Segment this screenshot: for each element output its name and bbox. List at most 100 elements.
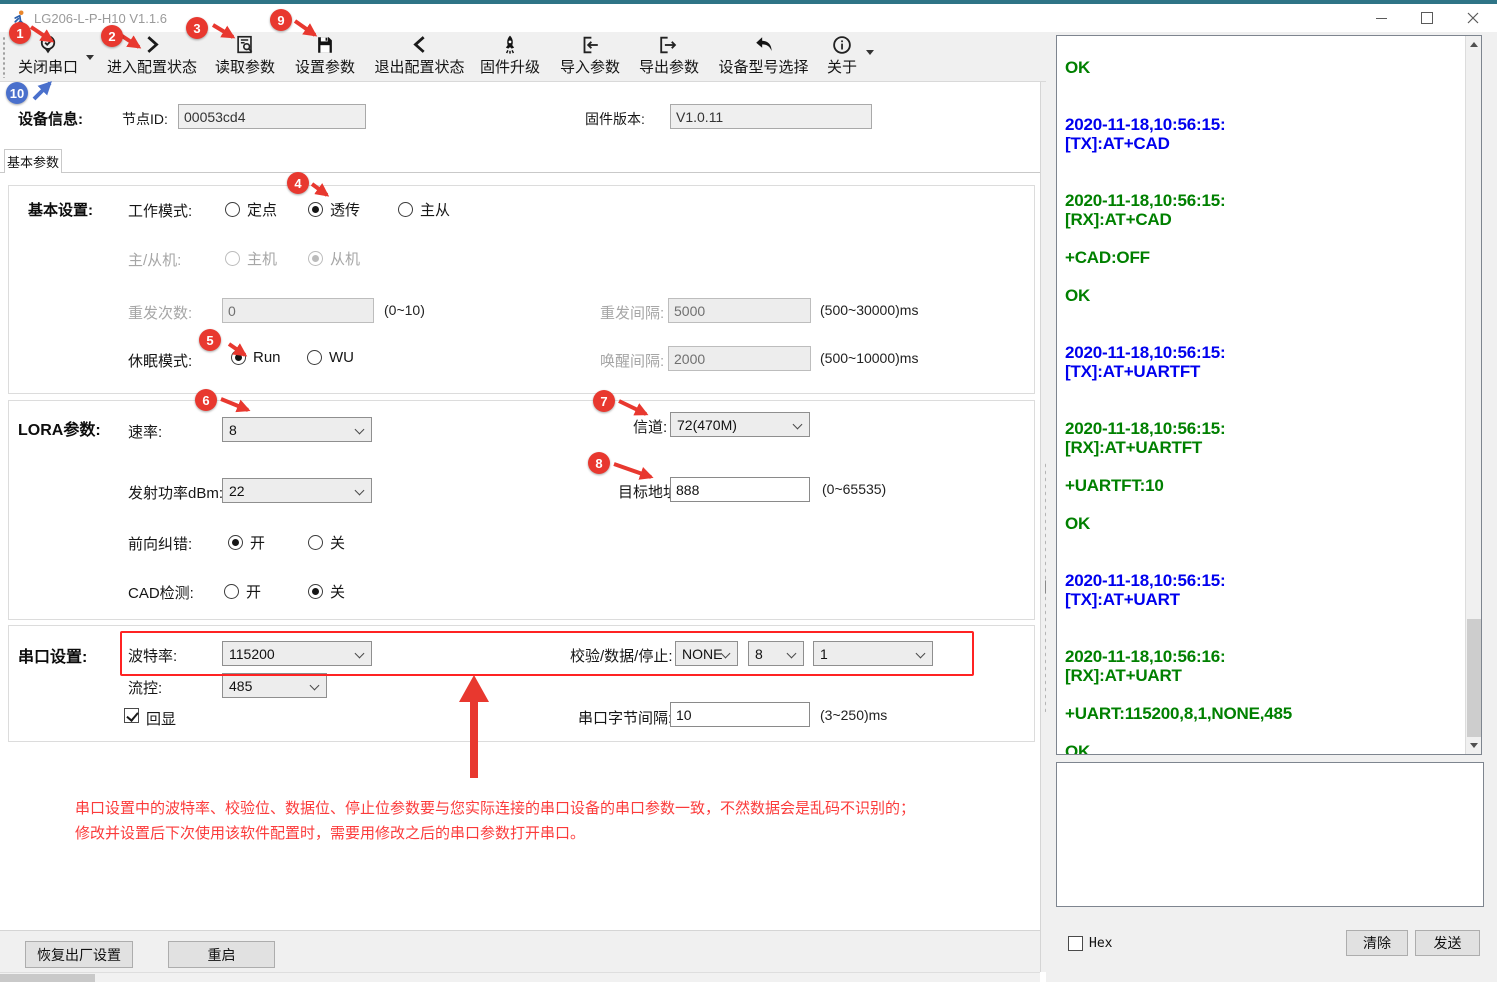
toolbar-item-label: 导入参数 bbox=[560, 56, 620, 77]
toolbar-item-label: 进入配置状态 bbox=[107, 56, 197, 77]
toolbar-item-label: 设备型号选择 bbox=[718, 56, 808, 77]
flow-control-select[interactable]: 485 bbox=[222, 673, 327, 698]
target-address-range: (0~65535) bbox=[822, 481, 886, 497]
byte-interval-label: 串口字节间隔: bbox=[578, 707, 672, 728]
data-bits-select[interactable]: 8 bbox=[748, 641, 804, 666]
master-option: 主机 bbox=[225, 248, 277, 269]
target-address-field[interactable] bbox=[670, 477, 810, 502]
sleep-option-run[interactable]: Run bbox=[231, 349, 281, 366]
wake-interval-field bbox=[668, 346, 811, 371]
channel-select[interactable]: 72(470M) bbox=[670, 412, 810, 437]
step-badge-10: 10 bbox=[6, 82, 28, 104]
log-line: [RX]:AT+UARTFT bbox=[1065, 438, 1455, 457]
close-icon bbox=[1467, 12, 1479, 24]
radio-label: 透传 bbox=[330, 199, 360, 220]
parity-select[interactable]: NONE bbox=[675, 641, 738, 666]
hex-label: Hex bbox=[1089, 936, 1112, 951]
log-line: 2020-11-18,10:56:15: bbox=[1065, 343, 1455, 362]
toolbar-device-model-select-button[interactable]: 设备型号选择 bbox=[716, 34, 811, 77]
resend-interval-range: (500~30000)ms bbox=[820, 302, 918, 318]
radio-label: 关 bbox=[330, 581, 345, 602]
toolbar-item-label: 读取参数 bbox=[215, 56, 275, 77]
log-scrollbar[interactable] bbox=[1465, 36, 1481, 754]
log-line: [TX]:AT+CAD bbox=[1065, 134, 1455, 153]
baud-rate-select[interactable]: 115200 bbox=[222, 641, 372, 666]
serial-note-line1: 串口设置中的波特率、校验位、数据位、停止位参数要与您实际连接的串口设备的串口参数… bbox=[75, 797, 915, 818]
fec-label: 前向纠错: bbox=[128, 533, 192, 554]
toolbar-import-params-button[interactable]: 导入参数 bbox=[558, 34, 622, 77]
channel-value: 72(470M) bbox=[677, 417, 737, 433]
clear-button[interactable]: 清除 bbox=[1346, 930, 1408, 956]
factory-reset-button[interactable]: 恢复出厂设置 bbox=[25, 941, 133, 968]
firmware-version-field[interactable] bbox=[670, 104, 872, 129]
toolbar-read-params-button[interactable]: 读取参数 bbox=[213, 34, 277, 77]
log-line: [RX]:AT+CAD bbox=[1065, 210, 1455, 229]
tab-strip-divider bbox=[0, 172, 1040, 173]
toolbar-overflow-caret[interactable] bbox=[866, 50, 874, 55]
title-bar: LG206-L-P-H10 V1.1.6 bbox=[0, 4, 1497, 32]
toolbar-grip bbox=[2, 36, 6, 78]
cad-option-on[interactable]: 开 bbox=[224, 581, 261, 602]
radio-label: Run bbox=[253, 349, 281, 366]
echo-checkbox[interactable] bbox=[124, 708, 139, 723]
tab-basic-params[interactable]: 基本参数 bbox=[4, 149, 62, 173]
sleep-mode-label: 休眠模式: bbox=[128, 350, 192, 371]
app-window: LG206-L-P-H10 V1.1.6 关闭串口 进入配置状态 读取参数 设置… bbox=[0, 0, 1497, 982]
firmware-version-label: 固件版本: bbox=[585, 109, 645, 129]
toolbar-set-params-button[interactable]: 设置参数 bbox=[293, 34, 357, 77]
send-input-area[interactable] bbox=[1056, 762, 1484, 907]
work-mode-option-master-slave[interactable]: 主从 bbox=[398, 199, 450, 220]
log-line: [RX]:AT+UART bbox=[1065, 666, 1455, 685]
rocket-icon bbox=[499, 34, 521, 56]
toolbar-exit-config-button[interactable]: 退出配置状态 bbox=[372, 34, 467, 77]
log-output-area[interactable]: OK 2020-11-18,10:56:15: [TX]:AT+CAD 2020… bbox=[1056, 35, 1482, 755]
channel-label: 信道: bbox=[633, 416, 667, 437]
tx-power-select[interactable]: 22 bbox=[222, 478, 372, 503]
log-line: 2020-11-18,10:56:15: bbox=[1065, 191, 1455, 210]
resend-interval-field bbox=[668, 298, 811, 323]
cad-option-off[interactable]: 关 bbox=[308, 581, 345, 602]
serial-settings-section-label: 串口设置: bbox=[18, 643, 87, 667]
maximize-button[interactable] bbox=[1404, 4, 1450, 32]
restart-button[interactable]: 重启 bbox=[168, 941, 275, 968]
fec-option-off[interactable]: 关 bbox=[308, 532, 345, 553]
stop-bits-select[interactable]: 1 bbox=[813, 641, 933, 666]
factory-reset-label: 恢复出厂设置 bbox=[37, 945, 121, 965]
step-badge-7: 7 bbox=[593, 390, 615, 412]
maximize-icon bbox=[1421, 12, 1433, 24]
scroll-down-icon[interactable] bbox=[1470, 743, 1478, 748]
toolbar-item-label: 固件升级 bbox=[480, 56, 540, 77]
radio-icon bbox=[308, 584, 323, 599]
radio-label: 定点 bbox=[247, 199, 277, 220]
wake-interval-label: 唤醒间隔: bbox=[600, 350, 664, 371]
radio-label: 主从 bbox=[420, 199, 450, 220]
node-id-field[interactable] bbox=[178, 104, 366, 129]
toolbar-export-params-button[interactable]: 导出参数 bbox=[637, 34, 701, 77]
toolbar-firmware-upgrade-button[interactable]: 固件升级 bbox=[478, 34, 542, 77]
log-scrollbar-thumb[interactable] bbox=[1467, 619, 1481, 737]
radio-icon bbox=[308, 202, 323, 217]
toolbar-item-label: 导出参数 bbox=[639, 56, 699, 77]
toolbar-about-button[interactable]: 关于 bbox=[824, 34, 860, 77]
minimize-button[interactable] bbox=[1358, 4, 1404, 32]
byte-interval-field[interactable] bbox=[670, 702, 810, 727]
log-line: OK bbox=[1065, 286, 1455, 305]
baud-rate-label: 波特率: bbox=[128, 645, 177, 666]
radio-icon bbox=[308, 251, 323, 266]
horizontal-scrollbar-thumb[interactable] bbox=[0, 974, 95, 982]
step-badge-8: 8 bbox=[588, 452, 610, 474]
work-mode-option-transparent[interactable]: 透传 bbox=[308, 199, 360, 220]
toolbar-item-label: 退出配置状态 bbox=[374, 56, 464, 77]
close-serial-dropdown-caret[interactable] bbox=[86, 55, 94, 60]
scroll-up-icon[interactable] bbox=[1470, 42, 1478, 47]
sleep-option-wu[interactable]: WU bbox=[307, 349, 354, 366]
work-mode-option-fixed[interactable]: 定点 bbox=[225, 199, 277, 220]
send-button[interactable]: 发送 bbox=[1415, 930, 1480, 956]
rate-select[interactable]: 8 bbox=[222, 417, 372, 442]
serial-pin-check-icon bbox=[37, 34, 59, 56]
close-button[interactable] bbox=[1450, 4, 1496, 32]
fec-option-on[interactable]: 开 bbox=[228, 532, 265, 553]
toolbar-item-label: 关于 bbox=[827, 56, 857, 77]
hex-checkbox[interactable] bbox=[1068, 936, 1083, 951]
horizontal-scrollbar[interactable] bbox=[0, 972, 1040, 982]
